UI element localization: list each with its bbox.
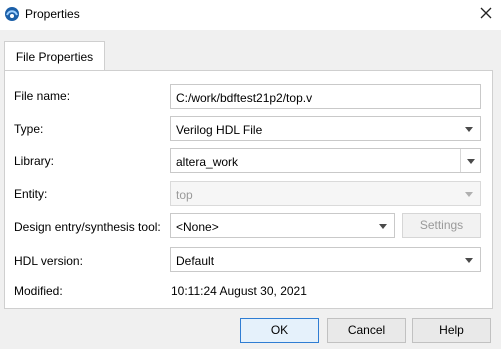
- design-tool-value: <None>: [176, 220, 219, 234]
- library-value: altera_work: [176, 155, 239, 169]
- modified-label: Modified:: [14, 284, 63, 298]
- help-button[interactable]: Help: [412, 318, 491, 343]
- chevron-down-icon: [465, 258, 473, 263]
- modified-value: 10:11:24 August 30, 2021: [171, 284, 307, 298]
- file-name-label: File name:: [14, 89, 71, 103]
- app-icon: [5, 7, 19, 21]
- chevron-down-icon: [379, 224, 387, 229]
- settings-button-label: Settings: [419, 218, 464, 232]
- chevron-down-icon: [465, 192, 473, 197]
- library-combobox[interactable]: altera_work: [170, 148, 481, 173]
- close-icon[interactable]: [477, 4, 495, 22]
- window-title: Properties: [25, 7, 80, 21]
- chevron-down-icon: [467, 159, 475, 164]
- library-label: Library:: [14, 154, 55, 168]
- type-select[interactable]: Verilog HDL File: [170, 116, 481, 141]
- entity-label: Entity:: [14, 187, 48, 201]
- file-name-field[interactable]: C:/work/bdftest21p2/top.v: [170, 84, 481, 109]
- chevron-down-icon: [465, 127, 473, 132]
- tab-file-properties[interactable]: File Properties: [4, 41, 105, 71]
- ok-button[interactable]: OK: [240, 318, 319, 343]
- entity-value: top: [176, 188, 193, 202]
- design-tool-select[interactable]: <None>: [170, 213, 395, 238]
- entity-select: top: [170, 181, 481, 206]
- type-label: Type:: [14, 122, 44, 136]
- file-name-value: C:/work/bdftest21p2/top.v: [176, 91, 313, 105]
- type-value: Verilog HDL File: [176, 123, 263, 137]
- design-tool-label: Design entry/synthesis tool:: [14, 220, 161, 234]
- ok-button-label: OK: [270, 323, 289, 337]
- hdl-version-label: HDL version:: [14, 254, 83, 268]
- hdl-version-value: Default: [176, 254, 215, 268]
- help-button-label: Help: [439, 323, 464, 337]
- cancel-button-label: Cancel: [347, 323, 386, 337]
- hdl-version-select[interactable]: Default: [170, 247, 481, 272]
- library-dropdown-button[interactable]: [460, 149, 480, 172]
- title-bar: Properties: [0, 0, 501, 30]
- settings-button: Settings: [402, 213, 481, 238]
- cancel-button[interactable]: Cancel: [327, 318, 406, 343]
- tab-file-properties-label: File Properties: [15, 50, 94, 64]
